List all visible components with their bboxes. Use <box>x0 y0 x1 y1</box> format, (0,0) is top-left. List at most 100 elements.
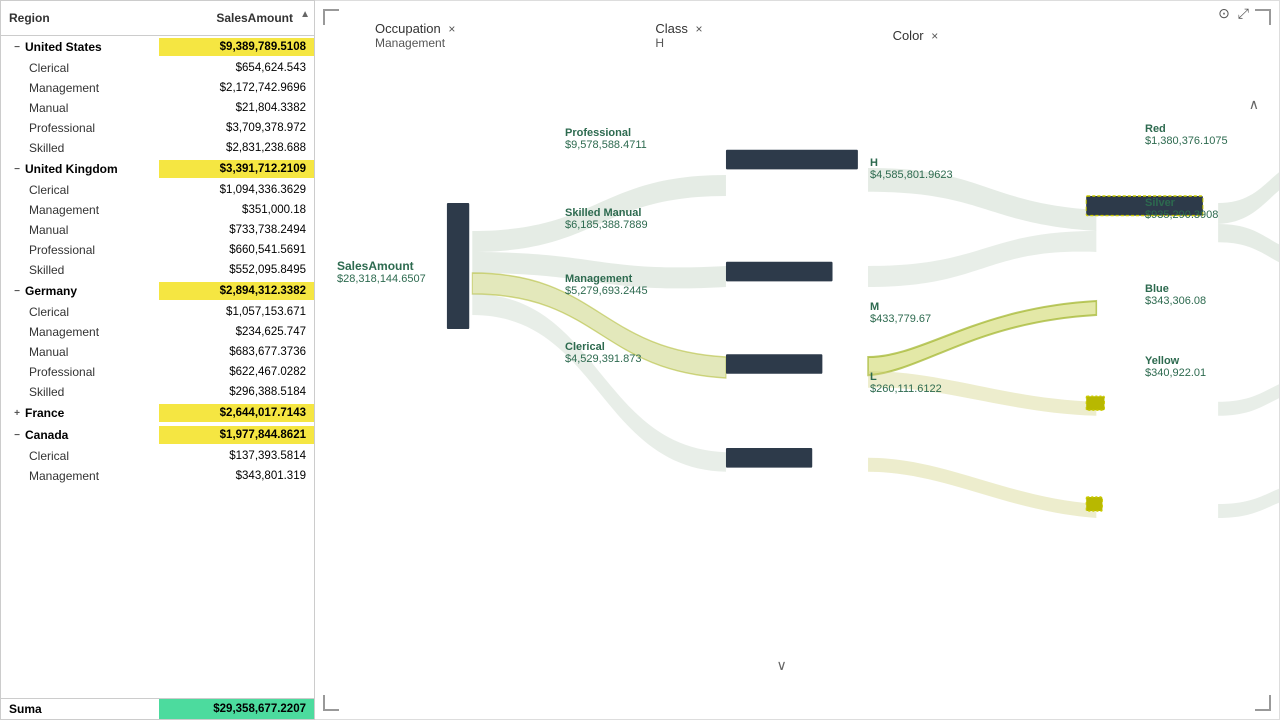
expand-collapse-icon[interactable]: − <box>9 161 25 177</box>
country-row[interactable]: − Canada $1,977,844.8621 <box>1 424 314 446</box>
sub-sales: $1,094,336.3629 <box>159 181 314 199</box>
sub-sales: $733,738.2494 <box>159 221 314 239</box>
table-panel: Region SalesAmount ▲ − United States $9,… <box>0 0 315 720</box>
node-h: H $4,585,801.9623 <box>870 157 953 181</box>
country-sales: $2,644,017.7143 <box>159 404 314 422</box>
expand-icon[interactable]: ⤢ <box>1238 5 1249 22</box>
node-red: Red $1,380,376.1075 <box>1145 123 1228 147</box>
sankey-svg <box>315 91 1279 679</box>
country-sales: $9,389,789.5108 <box>159 38 314 56</box>
sub-name: Clerical <box>29 61 69 75</box>
sub-row: Skilled $552,095.8495 <box>1 260 314 280</box>
suma-label: Suma <box>9 702 42 716</box>
sub-row: Clerical $1,094,336.3629 <box>1 180 314 200</box>
corner-tl <box>323 9 339 25</box>
sub-row: Skilled $2,831,238.688 <box>1 138 314 158</box>
sub-sales: $351,000.18 <box>159 201 314 219</box>
sub-sales: $234,625.747 <box>159 323 314 341</box>
sankey-panel: ⊙ ⤢ Occupation × Management Class × H <box>315 0 1280 720</box>
filter-occupation-value: Management <box>375 36 455 50</box>
sub-sales: $660,541.5691 <box>159 241 314 259</box>
sub-row: Management $351,000.18 <box>1 200 314 220</box>
node-blue: Blue $343,306.08 <box>1145 283 1206 307</box>
filter-color-close[interactable]: × <box>931 29 938 43</box>
sub-row: Professional $660,541.5691 <box>1 240 314 260</box>
table-body: − United States $9,389,789.5108 Clerical… <box>1 36 314 718</box>
country-name: Canada <box>25 428 68 442</box>
sub-row: Manual $21,804.3382 <box>1 98 314 118</box>
corner-br <box>1255 695 1271 711</box>
focus-icon[interactable]: ⊙ <box>1218 5 1230 22</box>
sub-name: Management <box>29 469 99 483</box>
country-name: United Kingdom <box>25 162 118 176</box>
node-yellow: Yellow $340,922.01 <box>1145 355 1206 379</box>
filter-class-label: Class <box>655 21 688 36</box>
sub-name: Professional <box>29 121 95 135</box>
sub-row: Clerical $1,057,153.671 <box>1 302 314 322</box>
toolbar: ⊙ ⤢ <box>1218 5 1249 22</box>
sub-sales: $552,095.8495 <box>159 261 314 279</box>
filter-color-label: Color <box>893 28 924 43</box>
sub-sales: $622,467.0282 <box>159 363 314 381</box>
sub-name: Skilled <box>29 141 64 155</box>
sub-sales: $21,804.3382 <box>159 99 314 117</box>
filter-class-close[interactable]: × <box>696 22 703 36</box>
expand-collapse-icon[interactable]: + <box>9 405 25 421</box>
sub-name: Skilled <box>29 385 64 399</box>
sub-sales: $1,057,153.671 <box>159 303 314 321</box>
sub-name: Management <box>29 203 99 217</box>
country-sales: $2,894,312.3382 <box>159 282 314 300</box>
sub-row: Management $343,801.319 <box>1 466 314 486</box>
filter-occupation-label: Occupation <box>375 21 441 36</box>
sub-name: Manual <box>29 223 68 237</box>
sub-name: Manual <box>29 101 68 115</box>
country-row[interactable]: − Germany $2,894,312.3382 <box>1 280 314 302</box>
country-name: United States <box>25 40 102 54</box>
sankey-diagram-area: SalesAmount $28,318,144.6507 Professiona… <box>315 91 1279 679</box>
filter-class: Class × H <box>655 21 702 50</box>
node-clerical: Clerical $4,529,391.873 <box>565 341 641 365</box>
sub-sales: $2,172,742.9696 <box>159 79 314 97</box>
sub-sales: $654,624.543 <box>159 59 314 77</box>
scroll-down-button[interactable]: ∨ <box>777 657 787 674</box>
country-row[interactable]: + France $2,644,017.7143 <box>1 402 314 424</box>
source-node-label: SalesAmount $28,318,144.6507 <box>337 259 426 285</box>
filter-row: Occupation × Management Class × H Color … <box>375 21 938 50</box>
filter-occupation: Occupation × Management <box>375 21 455 50</box>
sub-sales: $343,801.319 <box>159 467 314 485</box>
sub-name: Clerical <box>29 183 69 197</box>
expand-collapse-icon[interactable]: − <box>9 283 25 299</box>
sub-name: Clerical <box>29 305 69 319</box>
expand-collapse-icon[interactable]: − <box>9 427 25 443</box>
sub-row: Skilled $296,388.5184 <box>1 382 314 402</box>
sub-name: Professional <box>29 365 95 379</box>
sub-row: Management $234,625.747 <box>1 322 314 342</box>
sub-name: Management <box>29 81 99 95</box>
sub-sales: $2,831,238.688 <box>159 139 314 157</box>
sub-name: Skilled <box>29 263 64 277</box>
col-header-region: Region <box>1 7 156 29</box>
sub-row: Professional $622,467.0282 <box>1 362 314 382</box>
suma-value: $29,358,677.2207 <box>213 703 306 715</box>
corner-bl <box>323 695 339 711</box>
sort-icon[interactable]: ▲ <box>300 9 310 20</box>
filter-class-value: H <box>655 36 702 50</box>
sub-row: Management $2,172,742.9696 <box>1 78 314 98</box>
node-m: M $433,779.67 <box>870 301 931 325</box>
country-name: Germany <box>25 284 77 298</box>
sub-name: Management <box>29 325 99 339</box>
node-l: L $260,111.6122 <box>870 371 942 395</box>
country-row[interactable]: − United Kingdom $3,391,712.2109 <box>1 158 314 180</box>
col-header-sales: SalesAmount <box>156 7 301 29</box>
filter-occupation-close[interactable]: × <box>448 22 455 36</box>
sub-row: Manual $733,738.2494 <box>1 220 314 240</box>
suma-row: Suma $29,358,677.2207 <box>1 698 314 719</box>
country-row[interactable]: − United States $9,389,789.5108 <box>1 36 314 58</box>
sub-row: Clerical $137,393.5814 <box>1 446 314 466</box>
expand-collapse-icon[interactable]: − <box>9 39 25 55</box>
sub-name: Clerical <box>29 449 69 463</box>
node-silver: Silver $935,290.3908 <box>1145 197 1218 221</box>
sub-name: Professional <box>29 243 95 257</box>
sub-sales: $137,393.5814 <box>159 447 314 465</box>
node-management: Management $5,279,693.2445 <box>565 273 648 297</box>
